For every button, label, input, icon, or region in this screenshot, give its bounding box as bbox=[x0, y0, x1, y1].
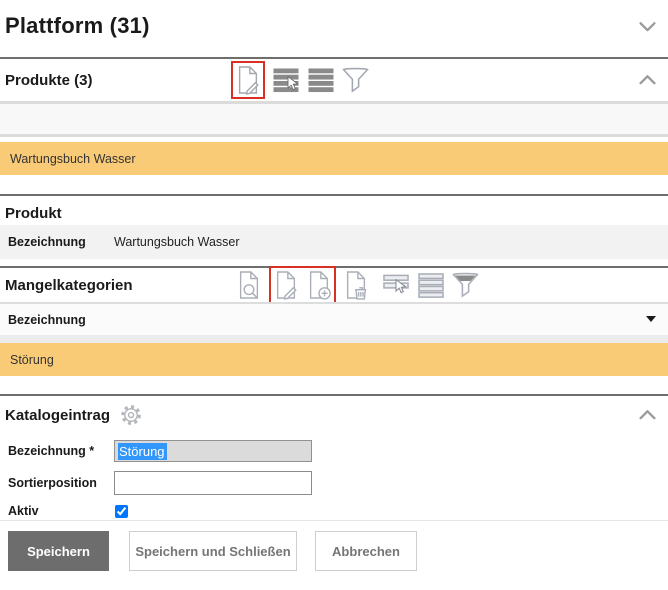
delete-document-icon[interactable] bbox=[343, 270, 369, 300]
column-header-label: Bezeichnung bbox=[0, 313, 86, 327]
aktiv-checkbox[interactable] bbox=[115, 505, 128, 518]
chevron-down-icon[interactable] bbox=[639, 22, 656, 33]
produkte-list-header bbox=[0, 101, 668, 137]
table-rows-icon[interactable] bbox=[307, 68, 335, 93]
edit-document-icon[interactable] bbox=[273, 270, 299, 300]
edit-document-icon[interactable] bbox=[235, 65, 261, 95]
chevron-up-icon[interactable] bbox=[639, 75, 656, 86]
produkt-title: Produkt bbox=[0, 205, 62, 222]
mangelkategorien-row-label: Störung bbox=[10, 353, 54, 367]
produkte-toolbar bbox=[231, 61, 369, 99]
page-title: Plattform (31) bbox=[5, 13, 150, 38]
produkt-field-label: Bezeichnung bbox=[0, 235, 114, 249]
produkte-title: Produkte (3) bbox=[0, 72, 93, 89]
table-rows-icon[interactable] bbox=[417, 273, 445, 298]
save-and-close-button[interactable]: Speichern und Schließen bbox=[129, 531, 297, 571]
bezeichnung-input[interactable]: Störung bbox=[114, 440, 312, 462]
katalogeintrag-section-header: Katalogeintrag bbox=[0, 396, 668, 434]
settings-gear-icon[interactable] bbox=[120, 404, 143, 427]
platform-section-header: Plattform (31) bbox=[0, 0, 668, 59]
table-row-select-icon[interactable] bbox=[382, 273, 410, 298]
filter-funnel-icon[interactable] bbox=[342, 67, 369, 94]
produkt-field-value: Wartungsbuch Wasser bbox=[114, 235, 240, 249]
mangelkategorien-toolbar bbox=[236, 266, 479, 304]
add-document-icon[interactable] bbox=[306, 270, 332, 300]
bezeichnung-label: Bezeichnung * bbox=[0, 444, 114, 458]
chevron-up-icon[interactable] bbox=[639, 410, 656, 421]
save-button[interactable]: Speichern bbox=[8, 531, 109, 571]
produkte-row-label: Wartungsbuch Wasser bbox=[10, 152, 136, 166]
mangelkategorien-column-header[interactable]: Bezeichnung bbox=[0, 302, 668, 335]
cancel-button[interactable]: Abbrechen bbox=[315, 531, 417, 571]
katalogeintrag-form: Bezeichnung * Störung Sortierposition Ak… bbox=[0, 434, 668, 518]
highlight-frame bbox=[231, 61, 265, 99]
sortierposition-input[interactable] bbox=[114, 471, 312, 495]
table-row-select-icon[interactable] bbox=[272, 68, 300, 93]
aktiv-label: Aktiv bbox=[0, 504, 114, 518]
produkte-section-header: Produkte (3) bbox=[0, 59, 668, 101]
produkte-selected-row[interactable]: Wartungsbuch Wasser bbox=[0, 142, 668, 175]
column-menu-caret-icon[interactable] bbox=[646, 316, 656, 322]
katalogeintrag-title: Katalogeintrag bbox=[0, 407, 110, 424]
mangelkategorien-selected-row[interactable]: Störung bbox=[0, 343, 668, 376]
bezeichnung-selected-text: Störung bbox=[118, 443, 167, 460]
filter-funnel-icon[interactable] bbox=[452, 272, 479, 299]
highlight-frame bbox=[269, 266, 336, 304]
produkt-detail-row: Bezeichnung Wartungsbuch Wasser bbox=[0, 225, 668, 259]
action-buttons: Speichern Speichern und Schließen Abbrec… bbox=[8, 531, 668, 571]
table-separator bbox=[0, 335, 668, 343]
sortierposition-label: Sortierposition bbox=[0, 476, 114, 490]
mangelkategorien-section-header: Mangelkategorien bbox=[0, 268, 668, 302]
preview-document-icon[interactable] bbox=[236, 270, 262, 300]
mangelkategorien-title: Mangelkategorien bbox=[0, 277, 133, 294]
